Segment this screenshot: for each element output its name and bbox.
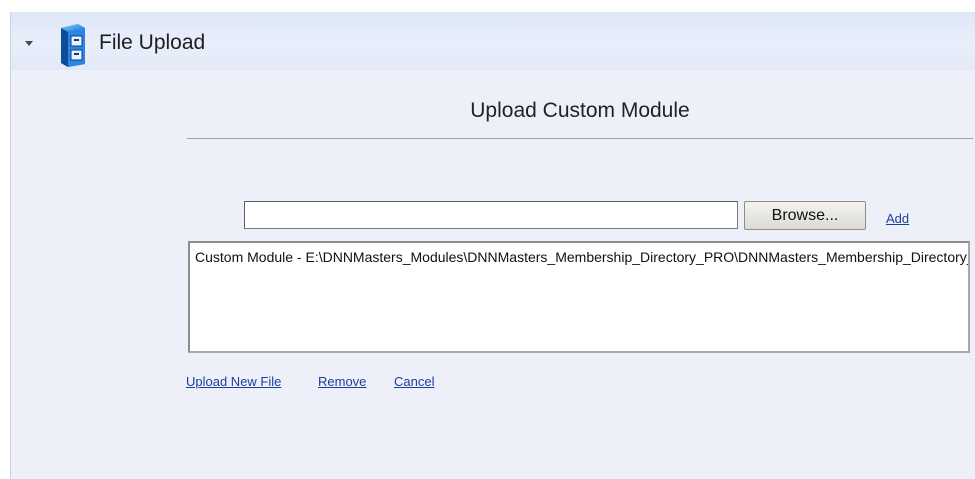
module-title: File Upload	[99, 31, 206, 54]
collapse-arrow-icon[interactable]	[25, 41, 33, 46]
file-path-input[interactable]	[244, 201, 738, 229]
heading-divider	[187, 138, 973, 139]
file-list[interactable]: Custom Module - E:\DNNMasters_Modules\DN…	[188, 241, 970, 353]
upload-new-file-link[interactable]: Upload New File	[186, 374, 281, 389]
file-cabinet-icon	[61, 24, 85, 67]
module-titlebar: File Upload	[11, 12, 975, 70]
cancel-link[interactable]: Cancel	[394, 374, 434, 389]
page-title: Upload Custom Module	[470, 99, 690, 122]
module-panel: File Upload Upload Custom Module Browse.…	[10, 12, 975, 479]
add-link[interactable]: Add	[886, 211, 909, 226]
browse-button[interactable]: Browse...	[744, 201, 866, 230]
remove-link[interactable]: Remove	[318, 374, 366, 389]
list-item[interactable]: Custom Module - E:\DNNMasters_Modules\DN…	[195, 249, 968, 265]
